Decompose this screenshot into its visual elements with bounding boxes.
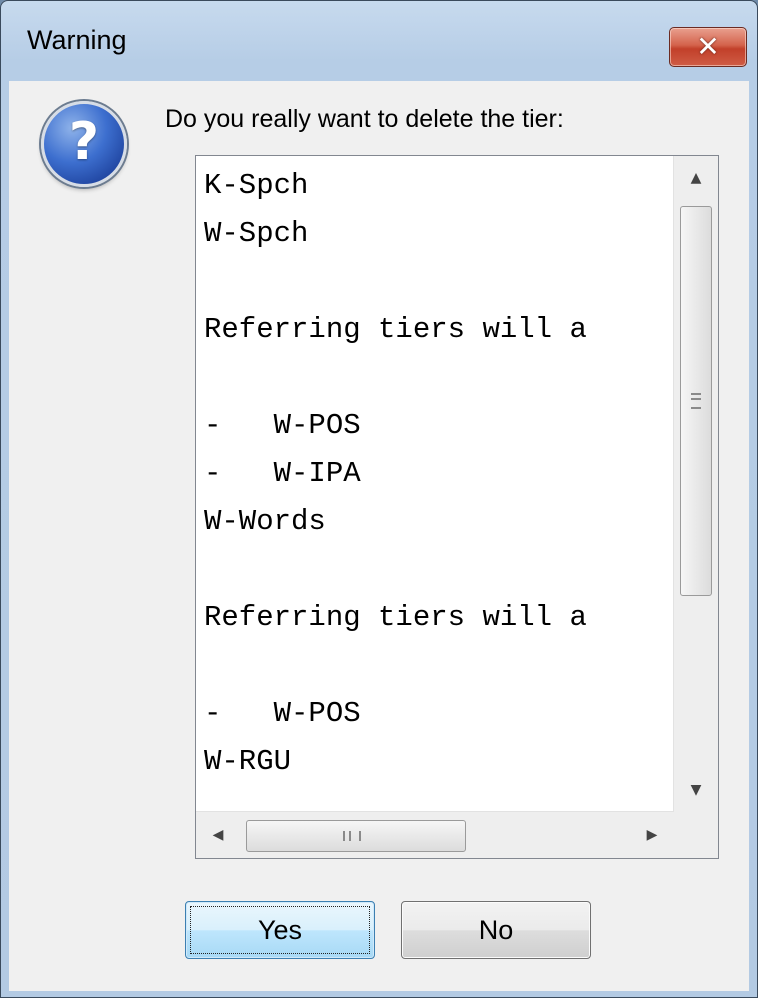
list-line: Referring tiers will a <box>204 601 587 634</box>
list-line: W-RGU <box>204 745 292 778</box>
horizontal-scrollbar[interactable]: ◀ ▶ <box>196 811 674 858</box>
close-icon: ✕ <box>696 30 720 63</box>
list-line: K-Spch <box>204 169 309 202</box>
scroll-down-icon[interactable]: ▼ <box>674 768 718 812</box>
yes-button[interactable]: Yes <box>185 901 375 959</box>
prompt-text: Do you really want to delete the tier: <box>165 105 564 133</box>
list-line: W-Spch <box>204 217 309 250</box>
list-line: - W-POS <box>204 697 361 730</box>
scroll-right-icon[interactable]: ▶ <box>630 812 674 858</box>
scroll-up-icon[interactable]: ▲ <box>674 156 718 200</box>
vertical-scroll-thumb[interactable] <box>680 206 712 596</box>
question-mark-glyph: ? <box>68 112 100 172</box>
list-line: - W-IPA <box>204 457 361 490</box>
list-line: - W-POS <box>204 409 361 442</box>
scroll-left-icon[interactable]: ◀ <box>196 812 240 858</box>
grip-icon <box>343 831 361 841</box>
list-line: W-Words <box>204 505 326 538</box>
vertical-scrollbar[interactable]: ▲ ▼ <box>673 156 718 812</box>
grip-icon <box>691 393 701 409</box>
warning-dialog: Warning ✕ ? Do you really want to delete… <box>0 0 758 998</box>
scrollbar-corner <box>674 812 718 858</box>
tier-list-box[interactable]: K-Spch W-Spch Referring tiers will a - W… <box>195 155 719 859</box>
title-bar[interactable]: Warning ✕ <box>1 1 757 81</box>
close-button[interactable]: ✕ <box>669 27 747 67</box>
dialog-body: ? Do you really want to delete the tier:… <box>9 81 749 991</box>
no-button[interactable]: No <box>401 901 591 959</box>
horizontal-scroll-thumb[interactable] <box>246 820 466 852</box>
question-icon: ? <box>41 101 127 187</box>
yes-button-label: Yes <box>257 915 303 945</box>
window-title: Warning <box>27 25 127 55</box>
no-button-label: No <box>478 915 514 945</box>
tier-list-content: K-Spch W-Spch Referring tiers will a - W… <box>196 156 674 812</box>
list-line: Referring tiers will a <box>204 313 587 346</box>
